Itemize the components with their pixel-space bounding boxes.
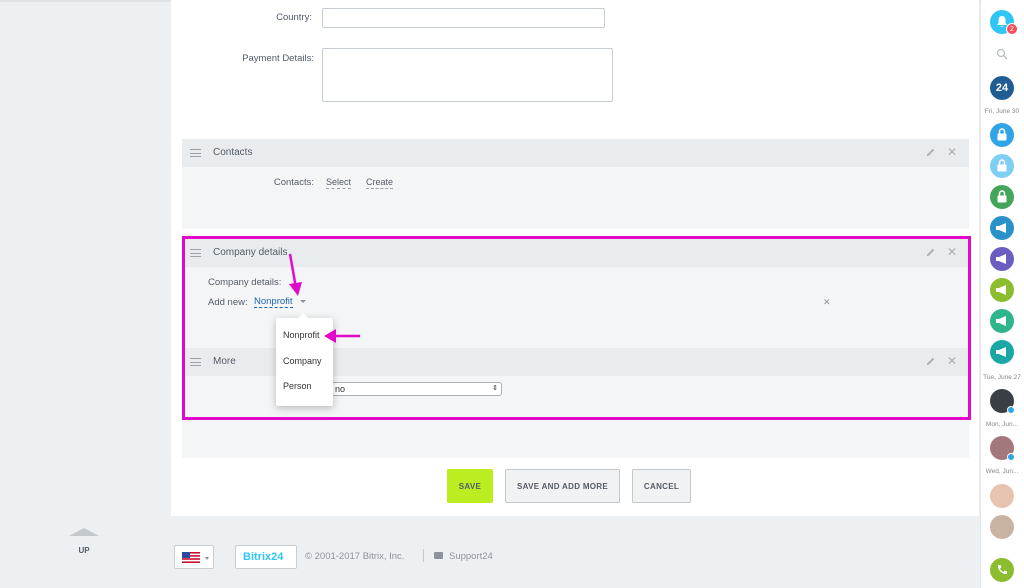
- bitrix24-chat-icon[interactable]: 24: [990, 76, 1014, 100]
- drag-handle-icon[interactable]: [190, 149, 201, 157]
- notification-bell-icon[interactable]: 2: [990, 10, 1018, 35]
- date-label: Tue, June 27: [983, 374, 1021, 381]
- avatar[interactable]: [990, 389, 1015, 414]
- date-label: Fri, June 30: [984, 108, 1020, 115]
- date-label: Wed, Jun...: [985, 468, 1019, 475]
- pencil-icon[interactable]: [925, 247, 936, 258]
- country-label: Country:: [276, 12, 312, 23]
- company-field-label: Company details:: [208, 277, 282, 288]
- annotation-arrow-icon: [324, 329, 360, 343]
- online-status-icon: [1007, 406, 1015, 414]
- contacts-section-header: Contacts ✕: [182, 139, 969, 167]
- search-icon[interactable]: [996, 48, 1008, 60]
- footer-divider: [423, 549, 424, 562]
- country-input[interactable]: [322, 8, 605, 28]
- payment-details-label: Payment Details:: [242, 53, 314, 64]
- close-icon[interactable]: ✕: [947, 146, 957, 158]
- contacts-field-label: Contacts:: [273, 177, 314, 188]
- megaphone-icon[interactable]: [990, 247, 1014, 271]
- scroll-up-button[interactable]: UP: [66, 526, 102, 558]
- close-icon[interactable]: ✕: [947, 246, 957, 258]
- drag-handle-icon[interactable]: [190, 249, 201, 257]
- drag-handle-icon[interactable]: [190, 358, 201, 366]
- avatar[interactable]: [990, 515, 1014, 539]
- annotation-arrow-icon: [288, 253, 302, 296]
- contacts-select-link[interactable]: Select: [326, 177, 352, 189]
- pencil-icon[interactable]: [925, 147, 936, 158]
- bitrix24-logo[interactable]: Bitrix24: [235, 545, 297, 569]
- support24-link[interactable]: Support24: [449, 551, 493, 562]
- payment-details-textarea[interactable]: [322, 48, 613, 102]
- close-icon[interactable]: ✕: [947, 355, 957, 367]
- contacts-create-link[interactable]: Create: [366, 177, 394, 189]
- dropdown-item[interactable]: Nonprofit: [283, 330, 320, 340]
- bitrix24-logo-text: Bitrix24: [243, 551, 284, 563]
- chat-icon: [434, 552, 443, 559]
- add-new-label: Add new:: [208, 297, 248, 308]
- more-select[interactable]: no ⇕: [318, 382, 502, 396]
- date-label: Mon, Jun...: [985, 421, 1019, 428]
- phone-icon[interactable]: [990, 558, 1014, 582]
- dropdown-item[interactable]: Person: [283, 381, 312, 391]
- megaphone-icon[interactable]: [990, 216, 1014, 240]
- remove-company-icon[interactable]: ✕: [823, 297, 831, 308]
- cancel-button[interactable]: CANCEL: [632, 469, 691, 503]
- megaphone-icon[interactable]: [990, 309, 1014, 333]
- up-label: UP: [78, 546, 90, 555]
- lock-icon[interactable]: [990, 154, 1014, 178]
- avatar[interactable]: [990, 484, 1014, 508]
- pencil-icon[interactable]: [925, 356, 936, 367]
- megaphone-icon[interactable]: [990, 340, 1014, 364]
- notification-count-badge: 2: [1006, 23, 1018, 35]
- up-arrow-icon: [69, 528, 99, 536]
- select-arrows-icon: ⇕: [492, 385, 498, 392]
- company-section-title: Company details: [213, 247, 288, 258]
- online-status-icon: [1007, 453, 1015, 461]
- language-selector[interactable]: [174, 545, 214, 569]
- copyright-text: © 2001-2017 Bitrix, Inc.: [305, 551, 405, 562]
- megaphone-icon[interactable]: [990, 278, 1014, 302]
- lock-icon[interactable]: [990, 123, 1014, 147]
- chevron-down-icon: [205, 557, 209, 560]
- chevron-down-icon[interactable]: [300, 300, 306, 303]
- dropdown-item[interactable]: Company: [283, 356, 322, 366]
- save-button[interactable]: SAVE: [447, 469, 493, 503]
- us-flag-icon: [182, 552, 200, 563]
- lock-icon[interactable]: [990, 185, 1014, 209]
- save-and-add-more-button[interactable]: SAVE AND ADD MORE: [505, 469, 620, 503]
- contacts-section-title: Contacts: [213, 147, 253, 158]
- more-select-value: no: [335, 384, 346, 394]
- avatar[interactable]: [990, 436, 1015, 461]
- more-section-title: More: [213, 356, 236, 367]
